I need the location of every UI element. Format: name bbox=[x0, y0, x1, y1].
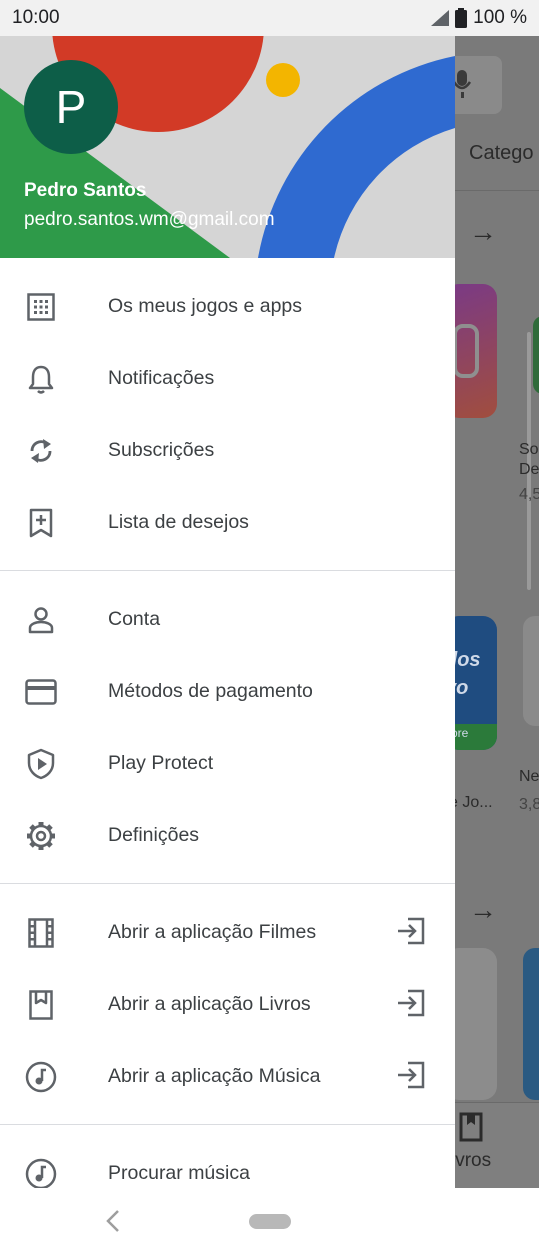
signal-icon bbox=[431, 10, 450, 26]
account-email: pedro.santos.wm@gmail.com bbox=[24, 209, 275, 230]
menu-section: Procurar música bbox=[0, 1125, 455, 1188]
bookmark-add-icon bbox=[25, 507, 57, 539]
menu-item-open-books[interactable]: Abrir a aplicação Livros bbox=[0, 968, 455, 1040]
menu-section: Abrir a aplicação Filmes Abrir a aplicaç… bbox=[0, 884, 455, 1125]
menu-item-my-apps[interactable]: Os meus jogos e apps bbox=[0, 270, 455, 342]
bottom-nav-label: ivros bbox=[455, 1150, 492, 1171]
back-icon[interactable] bbox=[104, 1208, 122, 1234]
divider bbox=[455, 190, 539, 191]
bell-icon bbox=[25, 363, 57, 395]
menu-label: Métodos de pagamento bbox=[108, 679, 313, 702]
app-title-partial: So De bbox=[519, 441, 539, 478]
gear-icon bbox=[25, 820, 57, 852]
book-icon bbox=[459, 1112, 483, 1142]
app-rating-partial: 3,8 bbox=[519, 796, 539, 813]
open-external-icon bbox=[396, 917, 428, 949]
open-external-icon bbox=[396, 989, 428, 1021]
status-bar: 10:00 100 % bbox=[0, 0, 539, 36]
app-tile bbox=[533, 316, 539, 394]
menu-label: Abrir a aplicação Livros bbox=[108, 992, 311, 1015]
menu-section: Conta Métodos de pagamento Play Protect … bbox=[0, 571, 455, 884]
avatar[interactable]: P bbox=[24, 60, 118, 154]
music-note-icon bbox=[25, 1158, 57, 1188]
status-indicators: 100 % bbox=[431, 7, 527, 29]
menu-item-settings[interactable]: Definições bbox=[0, 799, 455, 871]
tab-categories-partial: Catego bbox=[469, 142, 534, 164]
menu-label: Abrir a aplicação Filmes bbox=[108, 920, 317, 943]
app-tile bbox=[523, 948, 539, 1100]
menu-item-payment-methods[interactable]: Métodos de pagamento bbox=[0, 655, 455, 727]
menu-section: Os meus jogos e apps Notificações Subscr… bbox=[0, 258, 455, 571]
open-external-icon bbox=[396, 1061, 428, 1093]
menu-label: Subscrições bbox=[108, 438, 215, 461]
mic-icon bbox=[455, 70, 472, 98]
menu-item-notifications[interactable]: Notificações bbox=[0, 342, 455, 414]
app-title-partial: e Jo... bbox=[455, 794, 493, 811]
navigation-drawer: P Pedro Santos pedro.santos.wm@gmail.com… bbox=[0, 36, 455, 1188]
arrow-right-icon: → bbox=[469, 894, 497, 925]
apps-grid-icon bbox=[25, 291, 57, 323]
refresh-icon bbox=[25, 435, 57, 467]
film-icon bbox=[25, 917, 57, 949]
menu-label: Lista de desejos bbox=[108, 510, 249, 533]
status-time: 10:00 bbox=[12, 7, 60, 28]
menu-label: Os meus jogos e apps bbox=[108, 294, 303, 317]
credit-card-icon bbox=[25, 676, 57, 708]
account-name: Pedro Santos bbox=[24, 180, 147, 201]
shield-play-icon bbox=[25, 748, 57, 780]
menu-label: Play Protect bbox=[108, 751, 214, 774]
menu-item-account[interactable]: Conta bbox=[0, 583, 455, 655]
menu-item-search-music[interactable]: Procurar música bbox=[0, 1137, 455, 1188]
background-play-store[interactable]: Catego → SoDe 4,5 dosvo ore Ne 3,8 e Jo.… bbox=[455, 36, 539, 1188]
menu-label: Abrir a aplicação Música bbox=[108, 1064, 321, 1087]
menu-item-open-movies[interactable]: Abrir a aplicação Filmes bbox=[0, 896, 455, 968]
person-icon bbox=[25, 604, 57, 636]
menu-label: Notificações bbox=[108, 366, 215, 389]
app-tile: dosvo ore bbox=[455, 616, 497, 750]
music-note-icon bbox=[25, 1061, 57, 1093]
app-tile bbox=[523, 616, 539, 726]
menu-item-play-protect[interactable]: Play Protect bbox=[0, 727, 455, 799]
menu-label: Conta bbox=[108, 607, 161, 630]
app-tile bbox=[455, 948, 497, 1100]
account-header[interactable]: P Pedro Santos pedro.santos.wm@gmail.com bbox=[0, 36, 455, 258]
system-nav-bar bbox=[0, 1188, 539, 1258]
menu-item-open-music[interactable]: Abrir a aplicação Música bbox=[0, 1040, 455, 1112]
menu-item-wishlist[interactable]: Lista de desejos bbox=[0, 486, 455, 558]
book-icon bbox=[25, 989, 57, 1021]
home-pill[interactable] bbox=[249, 1214, 291, 1229]
app-rating-partial: 4,5 bbox=[519, 486, 539, 503]
menu-label: Procurar música bbox=[108, 1161, 250, 1184]
battery-icon bbox=[455, 8, 468, 28]
battery-percent: 100 % bbox=[473, 7, 527, 28]
app-tile bbox=[455, 284, 497, 418]
menu-item-subscriptions[interactable]: Subscrições bbox=[0, 414, 455, 486]
app-title-partial: Ne bbox=[519, 768, 539, 785]
menu-label: Definições bbox=[108, 823, 200, 846]
arrow-right-icon: → bbox=[469, 216, 497, 247]
